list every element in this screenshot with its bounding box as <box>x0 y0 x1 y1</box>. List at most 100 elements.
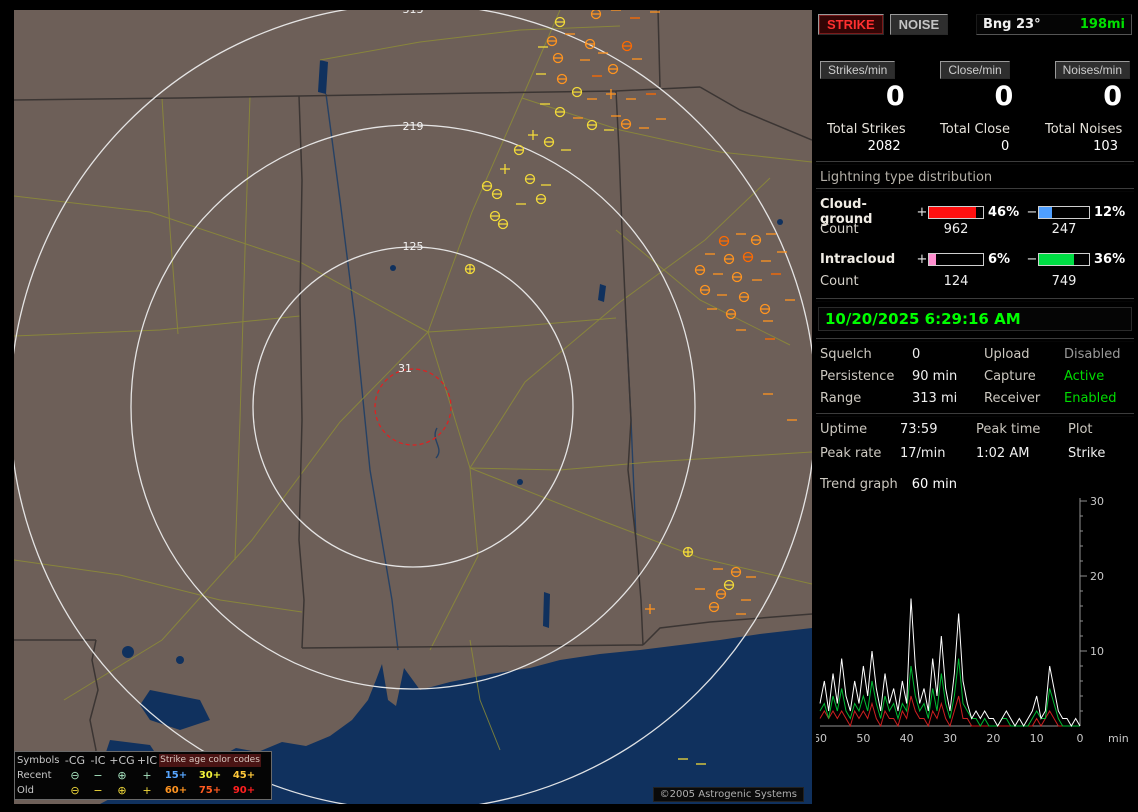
lightning-map[interactable]: 313 219 125 31 Symbols -CG -IC +CG +IC S… <box>14 10 812 804</box>
age-45: 45+ <box>232 770 256 781</box>
trend-graph-canvas: 10 20 30 60 50 40 30 20 10 0 min <box>813 495 1129 745</box>
receiver-status: Enabled <box>1064 391 1117 406</box>
age-15: 15+ <box>164 770 188 781</box>
uptime-label: Uptime <box>820 422 868 437</box>
ic-positive-bar <box>928 252 984 266</box>
divider <box>816 161 1134 165</box>
capture-status: Active <box>1064 369 1105 384</box>
svg-text:20: 20 <box>986 732 1000 745</box>
ic-neg-recent-icon: − <box>93 769 103 782</box>
total-noises-value: 103 <box>1093 139 1118 154</box>
nexstorm-window: 313 219 125 31 Symbols -CG -IC +CG +IC S… <box>0 0 1138 812</box>
close-per-min-value: 0 <box>994 81 1014 112</box>
intracloud-row: Intracloud + 6% − 36% <box>820 249 1130 269</box>
divider <box>816 338 1134 342</box>
svg-text:30: 30 <box>1090 496 1104 508</box>
svg-text:0: 0 <box>1077 732 1084 745</box>
squelch-label: Squelch <box>820 347 872 362</box>
legend-symbols-header: Symbols <box>17 755 60 766</box>
total-strikes-label: Total Strikes <box>827 122 906 137</box>
ic-positive-pct: 6% <box>988 251 1011 267</box>
legend-col-ic-pos: +IC <box>136 754 158 767</box>
legend-recent-label: Recent <box>17 770 52 781</box>
peak-rate-label: Peak rate <box>820 446 882 461</box>
plus-sign: + <box>916 204 928 220</box>
ring-labels: 313 219 125 31 <box>398 10 424 375</box>
ic-negative-count: 749 <box>1051 273 1077 289</box>
rate-values-row: 0 0 0 <box>812 81 1138 112</box>
ic-pos-old-icon: + <box>142 784 152 797</box>
legend-col-cg-pos: +CG <box>109 754 135 767</box>
total-close-value: 0 <box>1001 139 1010 154</box>
persistence-label: Persistence <box>820 369 895 384</box>
cg-neg-old-icon: ⊖ <box>70 784 80 797</box>
peak-time-label: Peak time <box>976 422 1041 437</box>
noise-indicator-button[interactable]: NOISE <box>889 14 949 35</box>
ic-neg-old-icon: − <box>93 784 103 797</box>
intracloud-label: Intracloud <box>820 251 896 267</box>
minus-sign: − <box>1026 251 1038 267</box>
ic-negative-bar <box>1038 252 1090 266</box>
bearing-value: Bng 23° <box>983 17 1041 32</box>
trend-window-value: 60 min <box>911 477 957 492</box>
count-label: Count <box>820 273 859 289</box>
legend-col-ic-neg: -IC <box>90 754 106 767</box>
ring-label-125: 125 <box>403 240 424 253</box>
peak-time-value: 1:02 AM <box>976 446 1030 461</box>
settings-grid: Squelch 0 Upload Disabled Persistence 90… <box>820 347 1130 406</box>
svg-text:20: 20 <box>1090 570 1104 583</box>
trend-graph-label: Trend graph <box>820 477 898 492</box>
svg-text:40: 40 <box>900 732 914 745</box>
age-30: 30+ <box>198 770 222 781</box>
intracloud-count-row: Count 124 749 <box>820 271 1130 291</box>
age-75: 75+ <box>198 785 222 796</box>
range-value: 313 mi <box>912 391 958 406</box>
peak-rate-value: 17/min <box>900 446 946 461</box>
svg-text:50: 50 <box>856 732 870 745</box>
strike-indicator-button[interactable]: STRIKE <box>818 14 884 35</box>
legend-age-header: Strike age color codes <box>159 754 261 767</box>
plot-label: Plot <box>1068 422 1093 437</box>
legend-col-cg-neg: -CG <box>64 754 86 767</box>
rate-header-row: Strikes/min Close/min Noises/min <box>820 61 1130 79</box>
trend-graph: 10 20 30 60 50 40 30 20 10 0 min <box>813 495 1138 752</box>
uptime-value: 73:59 <box>900 422 938 437</box>
cg-pos-old-icon: ⊕ <box>117 784 127 797</box>
persistence-value: 90 min <box>912 369 958 384</box>
upload-status: Disabled <box>1064 347 1121 362</box>
close-alarm-ring <box>374 368 452 446</box>
strikes-per-min-button[interactable]: Strikes/min <box>820 61 896 79</box>
svg-text:60: 60 <box>816 732 827 745</box>
ic-positive-bar-fill <box>929 253 937 265</box>
datetime-display: 10/20/2025 6:29:16 AM <box>818 307 1132 331</box>
total-noises-label: Total Noises <box>1044 122 1123 137</box>
symbol-legend: Symbols -CG -IC +CG +IC Strike age color… <box>14 751 272 800</box>
minus-sign: − <box>1026 204 1038 220</box>
cg-negative-bar <box>1038 205 1090 219</box>
totals-row: Total Strikes Total Close Total Noises 2… <box>812 122 1138 154</box>
trend-graph-header: Trend graph 60 min <box>820 477 1130 492</box>
ic-negative-pct: 36% <box>1094 251 1126 267</box>
water-layer <box>100 60 812 804</box>
svg-text:min: min <box>1108 732 1129 745</box>
range-label: Range <box>820 391 862 406</box>
divider <box>816 188 1134 192</box>
stats-grid: Uptime 73:59 Peak time Plot Peak rate 17… <box>820 422 1130 461</box>
svg-text:10: 10 <box>1090 645 1104 658</box>
squelch-value: 0 <box>912 347 921 362</box>
divider <box>816 413 1134 417</box>
ring-label-313: 313 <box>403 10 424 16</box>
ring-label-31: 31 <box>398 362 412 375</box>
close-per-min-button[interactable]: Close/min <box>940 61 1010 79</box>
count-label: Count <box>820 221 859 237</box>
river-layer <box>325 93 637 651</box>
total-strikes-value: 2082 <box>867 139 901 154</box>
noises-per-min-value: 0 <box>1103 81 1122 112</box>
plus-sign: + <box>916 251 928 267</box>
noises-per-min-button[interactable]: Noises/min <box>1054 61 1130 79</box>
age-90: 90+ <box>232 785 256 796</box>
indicator-row: STRIKE NOISE Bng 23° 198mi <box>818 14 1132 35</box>
capture-label: Capture <box>984 369 1036 384</box>
strikes-per-min-value: 0 <box>885 81 905 112</box>
svg-text:30: 30 <box>943 732 957 745</box>
